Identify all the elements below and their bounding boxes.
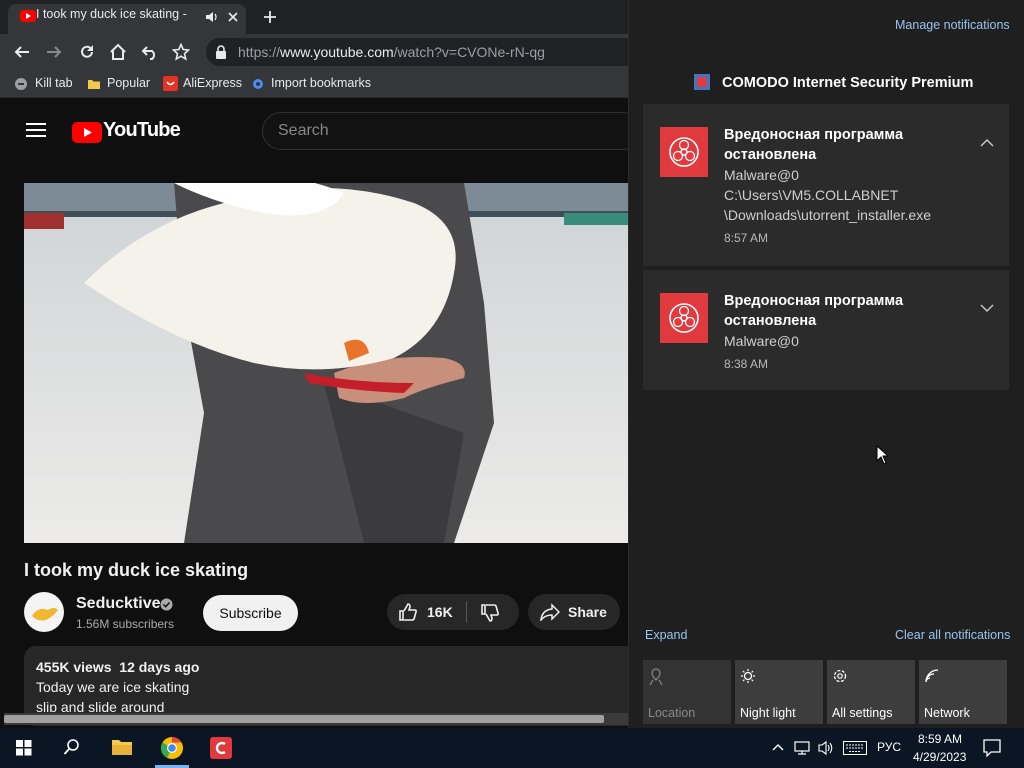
volume-icon[interactable] xyxy=(818,740,836,756)
notification-app-name: COMODO Internet Security Premium xyxy=(722,75,974,91)
home-icon[interactable] xyxy=(109,43,127,61)
dislike-icon[interactable] xyxy=(480,603,500,623)
youtube-logo-icon[interactable] xyxy=(72,122,102,143)
notification-time: 8:57 AM xyxy=(724,231,769,245)
notification-title-line-1: Вредоносная программа xyxy=(724,293,904,309)
undo-icon[interactable] xyxy=(141,44,159,60)
youtube-favicon-icon xyxy=(20,10,36,22)
quick-action-all-settings[interactable]: All settings xyxy=(827,660,915,724)
lock-icon[interactable] xyxy=(215,45,227,59)
menu-icon[interactable] xyxy=(26,123,46,137)
expand-link[interactable]: Expand xyxy=(645,628,687,642)
notification-time: 8:38 AM xyxy=(724,357,769,371)
chevron-up-icon[interactable] xyxy=(772,743,784,751)
close-tab-icon[interactable] xyxy=(226,10,240,24)
reload-icon[interactable] xyxy=(78,43,96,61)
verified-icon xyxy=(160,598,173,611)
quick-action-label: Network xyxy=(924,706,970,720)
star-icon[interactable] xyxy=(172,43,190,61)
subscriber-count: 1.56M subscribers xyxy=(76,617,175,631)
comodo-app-icon xyxy=(694,74,710,90)
like-icon[interactable] xyxy=(398,602,418,622)
quick-action-label: Night light xyxy=(740,706,796,720)
search-icon[interactable] xyxy=(63,738,81,756)
quick-action-label: Location xyxy=(648,706,696,720)
bookmark-kill-tab[interactable]: Kill tab xyxy=(35,76,73,90)
quick-action-night-light[interactable]: Night light xyxy=(735,660,823,724)
brightness-icon xyxy=(740,668,756,684)
back-icon[interactable] xyxy=(13,44,31,60)
chevron-down-icon[interactable] xyxy=(980,303,994,313)
notification-title-line-2: остановлена xyxy=(724,313,817,329)
plus-icon[interactable] xyxy=(262,9,278,25)
quick-action-location[interactable]: Location xyxy=(643,660,731,724)
language-indicator[interactable]: РУС xyxy=(877,740,901,754)
channel-avatar[interactable] xyxy=(24,592,64,632)
quick-action-label: All settings xyxy=(832,706,893,720)
quick-action-network[interactable]: Network xyxy=(919,660,1007,724)
clear-all-notifications-link[interactable]: Clear all notifications xyxy=(895,628,1010,642)
like-count[interactable]: 16K xyxy=(427,604,453,620)
bookmark-aliexpress[interactable]: AliExpress xyxy=(183,76,242,90)
file-explorer-icon[interactable] xyxy=(111,738,133,756)
network-tray-icon[interactable] xyxy=(794,740,812,756)
youtube-logo-text: YouTube xyxy=(103,119,181,141)
subscribe-button[interactable]: Subscribe xyxy=(203,595,298,631)
folder-icon xyxy=(87,77,101,91)
like-divider xyxy=(466,601,467,623)
taskbar xyxy=(0,728,1024,768)
tab-title: I took my duck ice skating - xyxy=(36,7,187,21)
share-label: Share xyxy=(568,604,607,620)
location-icon xyxy=(648,668,664,686)
keyboard-icon[interactable] xyxy=(843,741,867,755)
clock-date[interactable]: 4/29/2023 xyxy=(913,750,966,764)
clock-time[interactable]: 8:59 AM xyxy=(918,732,962,746)
search-placeholder: Search xyxy=(278,122,329,139)
mouse-cursor-icon xyxy=(876,445,890,465)
bookmark-import[interactable]: Import bookmarks xyxy=(271,76,371,90)
scrollbar-thumb[interactable] xyxy=(4,715,604,723)
comodo-taskbar-icon[interactable] xyxy=(210,737,232,759)
biohazard-icon xyxy=(660,293,708,343)
video-frame-image xyxy=(24,183,628,543)
description-line-2: slip and slide around xyxy=(36,699,165,712)
url-text[interactable]: https://www.youtube.com/watch?v=CVONe-rN… xyxy=(238,44,545,60)
notification-body-line-2: C:\Users\VM5.COLLABNET xyxy=(724,187,899,203)
notification-body-line-1: Malware@0 xyxy=(724,167,799,183)
speaker-icon[interactable] xyxy=(204,10,218,24)
notification-center-icon[interactable] xyxy=(983,739,1001,757)
video-title: I took my duck ice skating xyxy=(24,560,249,580)
network-icon xyxy=(924,668,940,684)
manage-notifications-link[interactable]: Manage notifications xyxy=(895,18,1010,32)
notification-title-line-2: остановлена xyxy=(724,147,817,163)
gear-icon xyxy=(832,668,848,684)
view-info: 455K views 12 days ago xyxy=(36,659,200,675)
kill-tab-icon xyxy=(14,77,28,91)
windows-start-icon[interactable] xyxy=(16,740,32,756)
video-player[interactable] xyxy=(24,183,628,543)
gear-icon xyxy=(251,77,265,91)
notification-title-line-1: Вредоносная программа xyxy=(724,127,904,143)
aliexpress-icon xyxy=(163,76,178,91)
description-line-1: Today we are ice skating xyxy=(36,679,190,695)
share-icon xyxy=(540,603,560,621)
chevron-up-icon[interactable] xyxy=(980,138,994,148)
notification-body-line-3: \Downloads\utorrent_installer.exe xyxy=(724,207,932,223)
chrome-icon[interactable] xyxy=(160,736,184,760)
forward-icon[interactable] xyxy=(45,44,63,60)
channel-name[interactable]: Seducktive xyxy=(76,595,160,613)
bookmark-popular[interactable]: Popular xyxy=(107,76,150,90)
notification-body-line-1: Malware@0 xyxy=(724,333,799,349)
biohazard-icon xyxy=(660,127,708,177)
